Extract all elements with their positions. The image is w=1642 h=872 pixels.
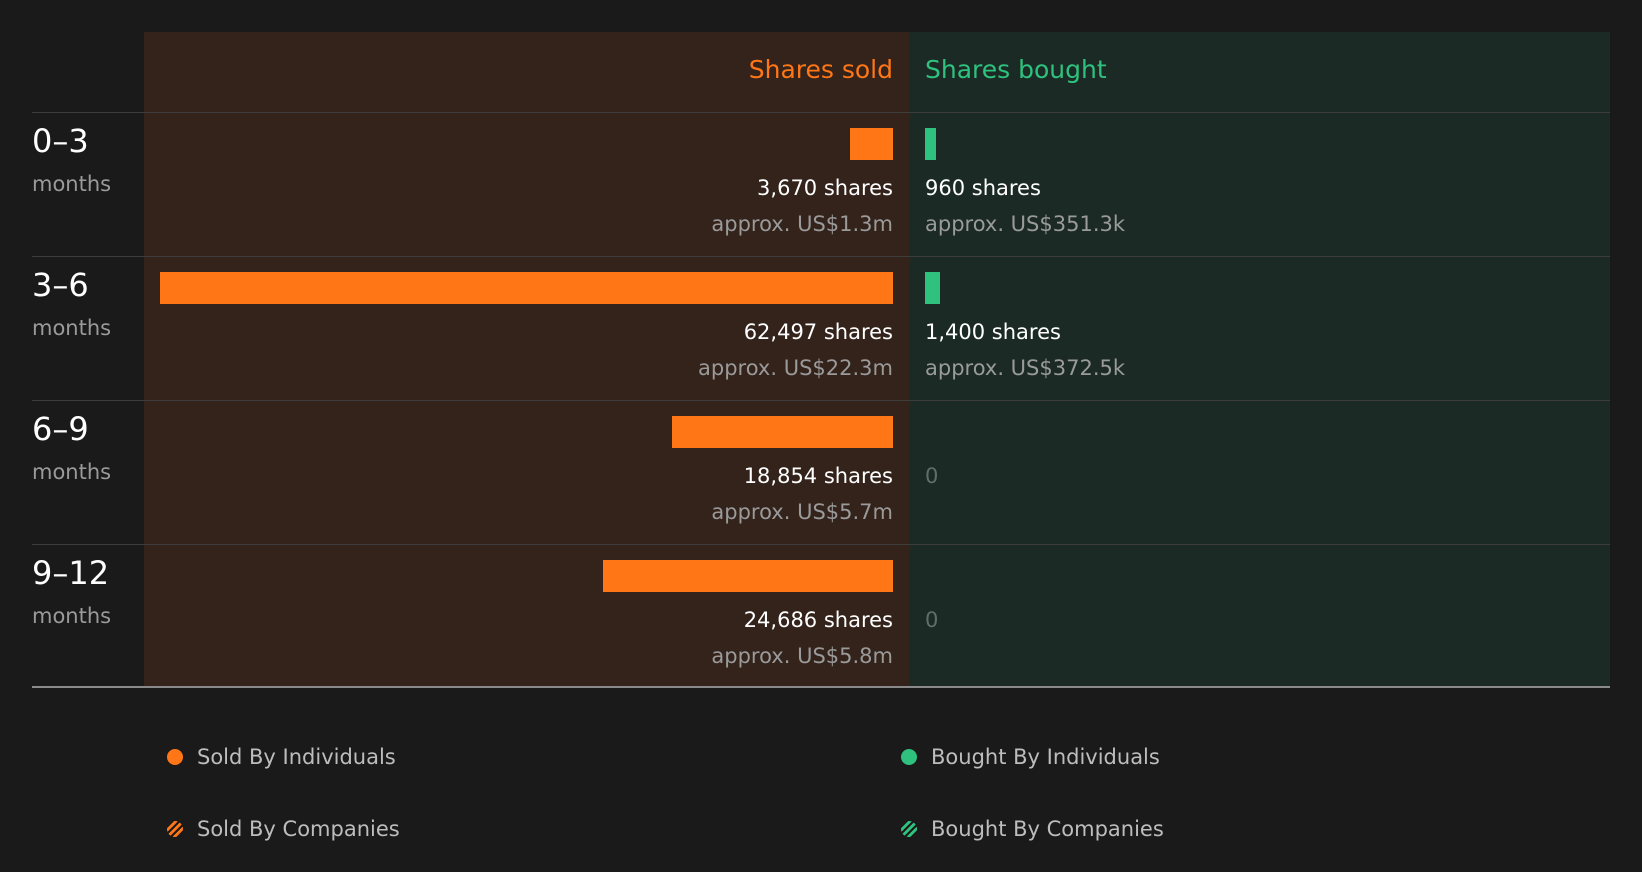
legend-label: Bought By Individuals bbox=[931, 745, 1160, 769]
bought-shares-label: 0 bbox=[925, 464, 939, 488]
sold-shares-label: 24,686 shares bbox=[743, 608, 893, 632]
period-unit: months bbox=[32, 172, 112, 196]
sold-shares-label: 18,854 shares bbox=[743, 464, 893, 488]
legend-item: Bought By Companies bbox=[901, 814, 1164, 844]
sold-bar bbox=[603, 560, 893, 592]
sold-column-header: Shares sold bbox=[748, 55, 893, 84]
sold-shares-label: 62,497 shares bbox=[743, 320, 893, 344]
period-label: 6–9 bbox=[32, 410, 89, 448]
legend-item: Sold By Individuals bbox=[167, 742, 396, 772]
period-row: 0–3 months 3,670 shares approx. US$1.3m 960 … bbox=[0, 113, 1642, 257]
sold-shares-label: 3,670 shares bbox=[757, 176, 893, 200]
bought-bar bbox=[925, 128, 936, 160]
period-label: 9–12 bbox=[32, 554, 110, 592]
sold-bar bbox=[849, 128, 893, 160]
legend-item: Sold By Companies bbox=[167, 814, 400, 844]
sold-bar bbox=[671, 416, 893, 448]
sold-value-label: approx. US$5.7m bbox=[711, 500, 893, 524]
sold-value-label: approx. US$22.3m bbox=[698, 356, 893, 380]
legend-label: Bought By Companies bbox=[931, 817, 1164, 841]
period-unit: months bbox=[32, 316, 112, 340]
bought-bar bbox=[925, 272, 941, 304]
legend-swatch bbox=[167, 749, 183, 765]
sold-value-label: approx. US$5.8m bbox=[711, 644, 893, 668]
legend-swatch bbox=[901, 749, 917, 765]
period-label: 3–6 bbox=[32, 266, 89, 304]
period-label: 0–3 bbox=[32, 122, 89, 160]
legend-item: Bought By Individuals bbox=[901, 742, 1160, 772]
legend-swatch bbox=[167, 821, 183, 837]
period-row: 3–6 months 62,497 shares approx. US$22.3m 1,… bbox=[0, 257, 1642, 401]
legend-label: Sold By Companies bbox=[197, 817, 400, 841]
period-unit: months bbox=[32, 604, 112, 628]
period-unit: months bbox=[32, 460, 112, 484]
bought-shares-label: 1,400 shares bbox=[925, 320, 1061, 344]
sold-value-label: approx. US$1.3m bbox=[711, 212, 893, 236]
bought-value-label: approx. US$351.3k bbox=[925, 212, 1126, 236]
bought-column-header: Shares bought bbox=[925, 55, 1107, 84]
sold-bar bbox=[160, 272, 893, 304]
bought-shares-label: 960 shares bbox=[925, 176, 1041, 200]
legend-swatch bbox=[901, 821, 917, 837]
period-row: 6–9 months 18,854 shares approx. US$5.7m 0 bbox=[0, 401, 1642, 545]
legend-label: Sold By Individuals bbox=[197, 745, 396, 769]
bought-value-label: approx. US$372.5k bbox=[925, 356, 1126, 380]
period-row: 9–12 months 24,686 shares approx. US$5.8m 0 bbox=[0, 545, 1642, 689]
bought-shares-label: 0 bbox=[925, 608, 939, 632]
